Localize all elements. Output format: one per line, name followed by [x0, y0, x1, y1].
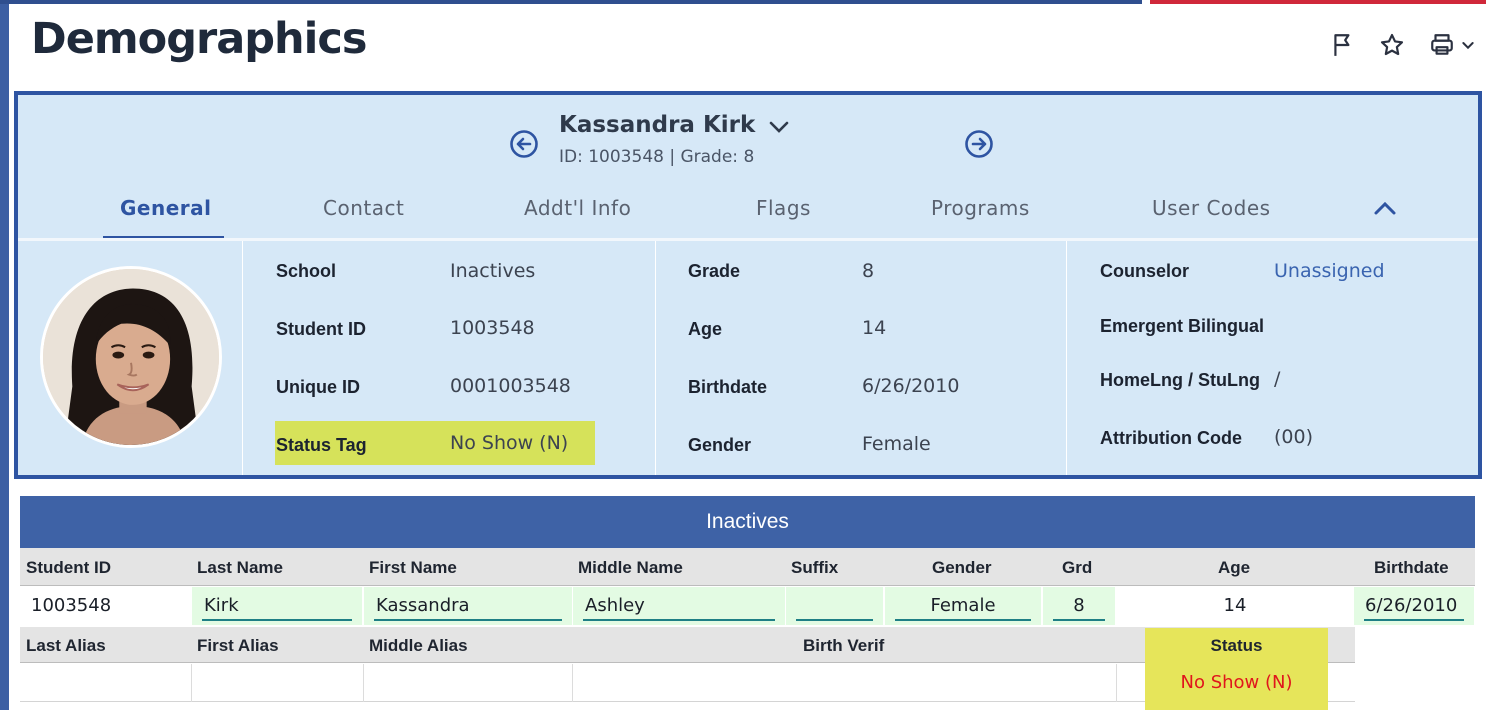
emergent-bilingual-label: Emergent Bilingual — [1100, 316, 1265, 336]
page: Demographics Kassandra Kirk ID: 1003548 … — [0, 0, 1486, 710]
header-gender: Gender — [932, 558, 992, 577]
grade-value: 8 — [862, 260, 875, 282]
student-id-text: 1003548 — [31, 595, 112, 616]
column-divider — [242, 241, 243, 475]
cell-age: 14 — [1117, 587, 1353, 625]
status-value: No Show (N) — [1180, 672, 1293, 693]
student-id-label: Student ID — [276, 319, 366, 339]
tab-user-codes[interactable]: User Codes — [1152, 196, 1271, 220]
middle-name-field[interactable]: Ashley — [573, 587, 785, 625]
star-icon[interactable] — [1377, 30, 1407, 60]
panel-title: Inactives — [20, 496, 1475, 548]
left-accent-stripe — [0, 0, 9, 710]
flag-icon[interactable] — [1328, 30, 1358, 60]
age-text: 14 — [1223, 595, 1247, 616]
tab-flags[interactable]: Flags — [756, 196, 811, 220]
student-id-value: 1003548 — [450, 317, 535, 339]
school-label: School — [276, 261, 337, 281]
header-grade: Grd — [1062, 558, 1093, 577]
birthdate-label: Birthdate — [688, 377, 768, 397]
unique-id-label: Unique ID — [276, 377, 360, 397]
home-language-label: HomeLng / StuLng — [1100, 370, 1260, 390]
header-age: Age — [1218, 558, 1251, 577]
printer-icon[interactable] — [1427, 30, 1457, 60]
age-label: Age — [688, 319, 723, 339]
column-divider — [655, 241, 656, 475]
next-student-icon[interactable] — [963, 128, 995, 160]
student-name[interactable]: Kassandra Kirk — [559, 112, 755, 138]
status-tag-value: No Show (N) — [450, 432, 569, 454]
tab-divider — [18, 238, 1478, 241]
previous-student-icon[interactable] — [508, 128, 540, 160]
last-name-field[interactable]: Kirk — [192, 587, 362, 625]
first-name-field[interactable]: Kassandra — [364, 587, 572, 625]
header-first-alias: First Alias — [197, 636, 279, 655]
tab-addtl-info[interactable]: Addt'l Info — [524, 196, 631, 220]
cell-divider — [572, 664, 573, 702]
tab-contact[interactable]: Contact — [323, 196, 404, 220]
header-status: Status — [1210, 636, 1263, 655]
status-tag-label: Status Tag — [276, 435, 367, 455]
cell-divider — [1116, 664, 1117, 702]
attribution-code-label: Attribution Code — [1100, 428, 1242, 448]
unique-id-value: 0001003548 — [450, 375, 571, 397]
home-language-value: / — [1274, 368, 1281, 390]
grade-field[interactable]: 8 — [1043, 587, 1115, 625]
header-middle-alias: Middle Alias — [369, 636, 468, 655]
header-last-alias: Last Alias — [26, 636, 106, 655]
top-accent-stripe-blue — [0, 0, 1142, 4]
header-middle-name: Middle Name — [578, 558, 683, 577]
chevron-down-icon[interactable] — [766, 115, 792, 139]
header-last-name: Last Name — [197, 558, 283, 577]
table-header-row: Student ID Last Name First Name Middle N… — [20, 548, 1475, 586]
attribution-code-value: (00) — [1274, 426, 1314, 448]
birthdate-field[interactable]: 6/26/2010 — [1354, 587, 1474, 625]
counselor-value[interactable]: Unassigned — [1274, 260, 1385, 282]
table-row: 1003548 Kirk Kassandra Ashley Female 8 1… — [20, 587, 1475, 627]
counselor-label: Counselor — [1100, 261, 1190, 281]
chevron-up-icon[interactable] — [1371, 195, 1399, 221]
header-birth-verif: Birth Verif — [803, 636, 885, 655]
chevron-down-icon[interactable] — [1458, 30, 1478, 60]
age-value: 14 — [862, 317, 887, 339]
grade-label: Grade — [688, 261, 741, 281]
school-value: Inactives — [450, 260, 536, 282]
birthdate-value: 6/26/2010 — [862, 375, 960, 397]
gender-value: Female — [862, 433, 931, 455]
header-first-name: First Name — [369, 558, 457, 577]
suffix-field[interactable] — [786, 587, 883, 625]
student-id-grade: ID: 1003548 | Grade: 8 — [559, 147, 755, 167]
header-suffix: Suffix — [791, 558, 839, 577]
cell-student-id: 1003548 — [20, 587, 192, 625]
top-accent-stripe-red — [1150, 0, 1486, 4]
tab-programs[interactable]: Programs — [931, 196, 1030, 220]
header-birthdate: Birthdate — [1374, 558, 1449, 577]
column-divider — [1066, 241, 1067, 475]
header-student-id: Student ID — [26, 558, 111, 577]
cell-divider — [191, 664, 192, 702]
page-title: Demographics — [31, 14, 367, 64]
cell-divider — [363, 664, 364, 702]
gender-label: Gender — [688, 435, 752, 455]
tab-general[interactable]: General — [120, 196, 212, 220]
student-card: Kassandra Kirk ID: 1003548 | Grade: 8 Ge… — [14, 91, 1482, 479]
student-photo — [40, 266, 222, 448]
gender-field[interactable]: Female — [885, 587, 1041, 625]
